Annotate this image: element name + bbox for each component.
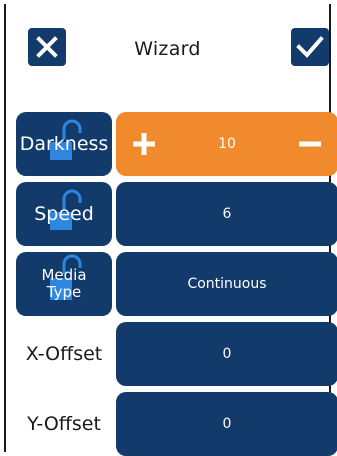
media-type-lock-button[interactable]: Media Type <box>16 252 112 316</box>
setting-row-media-type: Media Type Continuous <box>6 252 337 316</box>
label-line: Type <box>46 283 82 301</box>
media-type-value-field[interactable]: Continuous <box>116 252 337 316</box>
setting-label: Media Type <box>41 267 86 301</box>
confirm-button[interactable] <box>291 28 329 66</box>
label-line: Media <box>41 266 87 284</box>
speed-value-field[interactable]: 6 <box>116 182 337 246</box>
wizard-panel: Wizard Darkness 10 Speed 6 Media Type Co… <box>4 4 337 456</box>
darkness-value-field[interactable]: 10 <box>116 112 337 176</box>
setting-row-y-offset: Y-Offset 0 <box>6 392 337 456</box>
setting-row-darkness: Darkness 10 <box>6 112 337 176</box>
y-offset-value-field[interactable]: 0 <box>116 392 337 456</box>
setting-label: X-Offset <box>25 343 103 365</box>
setting-value: Continuous <box>187 276 267 292</box>
setting-label: Darkness <box>19 132 109 155</box>
setting-value: 0 <box>222 346 232 362</box>
top-bar: Wizard <box>6 4 329 96</box>
page-title: Wizard <box>134 38 201 60</box>
minus-icon <box>299 141 321 147</box>
setting-value: 10 <box>218 136 236 152</box>
speed-lock-button[interactable]: Speed <box>16 182 112 246</box>
setting-value: 6 <box>222 206 232 222</box>
plus-icon <box>133 133 155 155</box>
x-offset-value-field[interactable]: 0 <box>116 322 337 386</box>
decrement-button[interactable] <box>292 126 328 162</box>
increment-button[interactable] <box>126 126 162 162</box>
setting-value: 0 <box>222 416 232 432</box>
setting-row-speed: Speed 6 <box>6 182 337 246</box>
setting-row-x-offset: X-Offset 0 <box>6 322 337 386</box>
darkness-lock-button[interactable]: Darkness <box>16 112 112 176</box>
setting-label: Speed <box>34 202 94 225</box>
setting-label: Y-Offset <box>27 413 101 435</box>
checkmark-icon <box>296 36 324 58</box>
